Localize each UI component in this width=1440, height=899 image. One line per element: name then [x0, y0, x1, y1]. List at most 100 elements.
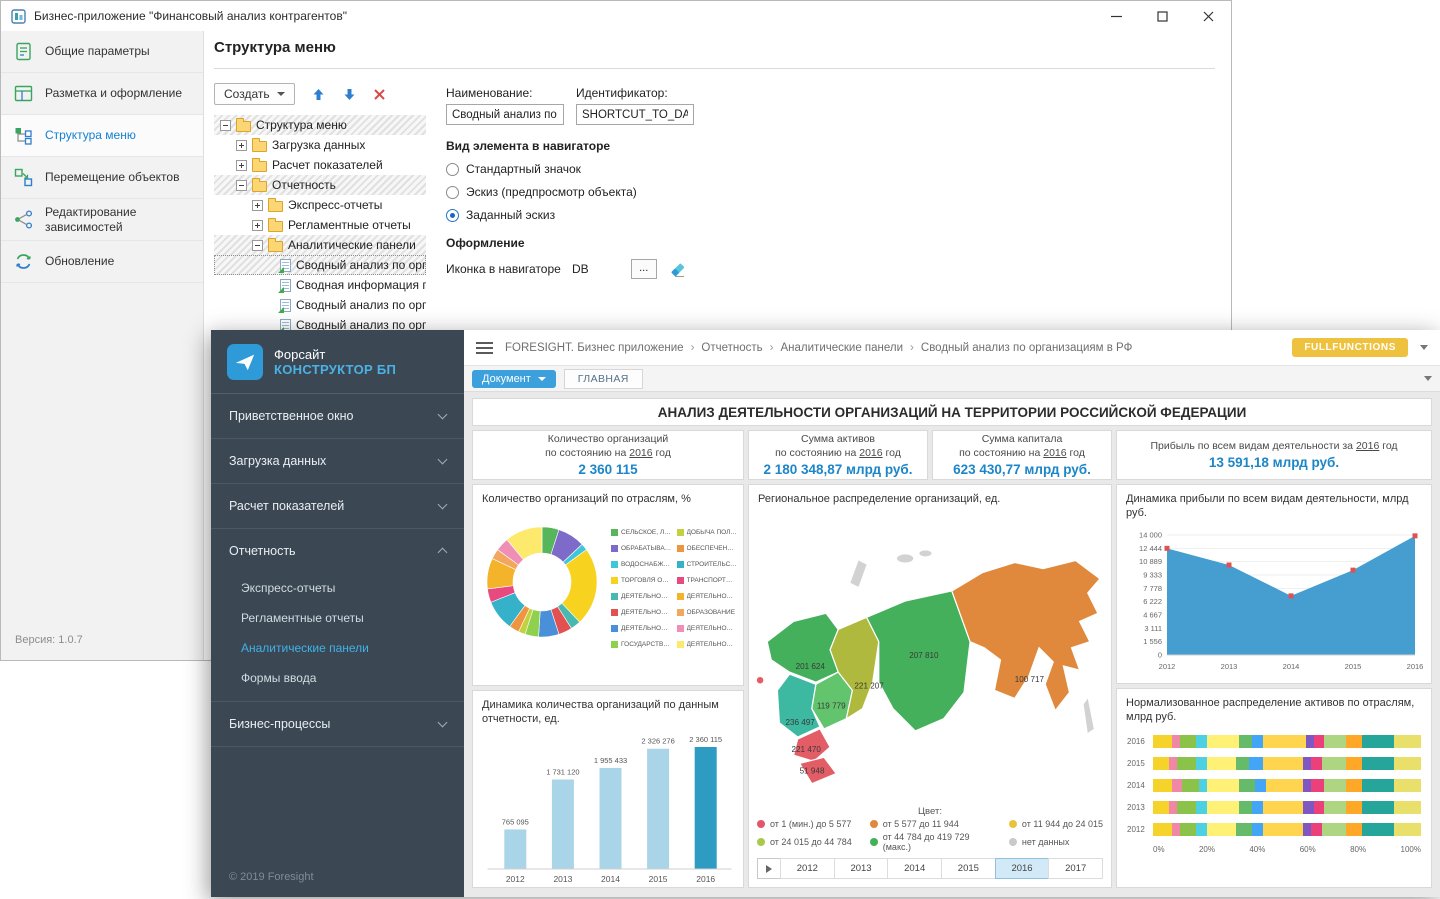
- stacked-segment[interactable]: [1314, 735, 1325, 748]
- stacked-segment[interactable]: [1394, 823, 1421, 836]
- stacked-segment[interactable]: [1394, 779, 1421, 792]
- legend-item[interactable]: СЕЛЬСКОЕ, ЛЕСНОЕ ХОЗЯЙСТВО: [611, 524, 672, 540]
- stacked-segment[interactable]: [1207, 757, 1236, 770]
- stacked-segment[interactable]: [1306, 735, 1314, 748]
- create-button[interactable]: Создать: [214, 83, 295, 105]
- stacked-segment[interactable]: [1303, 801, 1314, 814]
- stacked-segment[interactable]: [1153, 779, 1172, 792]
- stacked-segment[interactable]: [1172, 779, 1183, 792]
- breadcrumb-item[interactable]: Отчетность: [701, 342, 762, 354]
- year-link[interactable]: 2016: [1043, 447, 1066, 459]
- tree-item[interactable]: Расчет показателей: [214, 155, 426, 175]
- stacked-segment[interactable]: [1172, 735, 1180, 748]
- stacked-segment[interactable]: [1207, 801, 1239, 814]
- stacked-segment[interactable]: [1153, 735, 1172, 748]
- stacked-segment[interactable]: [1199, 779, 1207, 792]
- stacked-segment[interactable]: [1263, 801, 1303, 814]
- legend-item[interactable]: ТРАНСПОРТИРОВКА И ХРАНЕНИЕ: [677, 572, 738, 588]
- stacked-segment[interactable]: [1362, 801, 1394, 814]
- map-legend-item[interactable]: от 1 (мин.) до 5 577: [757, 819, 852, 829]
- tab-main[interactable]: ГЛАВНАЯ: [564, 369, 643, 389]
- stacked-segment[interactable]: [1236, 757, 1249, 770]
- delete-button[interactable]: [373, 88, 386, 101]
- sidebar-item-general-params[interactable]: Общие параметры: [1, 31, 203, 73]
- sidebar-item-update[interactable]: Обновление: [1, 241, 203, 283]
- stacked-segment[interactable]: [1239, 779, 1255, 792]
- timeline-year[interactable]: 2016: [995, 858, 1050, 879]
- stacked-segment[interactable]: [1346, 801, 1362, 814]
- russia-map-svg[interactable]: 201 624236 497119 779221 47051 948221 20…: [753, 508, 1107, 804]
- sidebar-item-layout-design[interactable]: Разметка и оформление: [1, 73, 203, 115]
- tree-item[interactable]: Отчетность: [214, 175, 426, 195]
- sidebar-item-menu-structure[interactable]: Структура меню: [1, 115, 203, 157]
- legend-item[interactable]: ДЕЯТЕЛЬНОСТЬ В ОБЛАСТИ ЗДРАВООХРАНЕНИЯ: [677, 620, 738, 636]
- stacked-segment[interactable]: [1346, 757, 1362, 770]
- stacked-segment[interactable]: [1394, 801, 1421, 814]
- legend-item[interactable]: ДЕЯТЕЛЬНОСТЬ ПРОЧАЯ: [677, 636, 738, 652]
- play-button[interactable]: [757, 858, 781, 879]
- stacked-segment[interactable]: [1172, 823, 1180, 836]
- browse-button[interactable]: ...: [631, 259, 657, 279]
- timeline-year[interactable]: 2014: [887, 858, 942, 879]
- stacked-segment[interactable]: [1362, 757, 1394, 770]
- stacked-segment[interactable]: [1266, 779, 1304, 792]
- stacked-segment[interactable]: [1153, 757, 1169, 770]
- collapse-icon[interactable]: [252, 240, 263, 251]
- tree-item-selected[interactable]: Сводный анализ по орган: [214, 255, 426, 275]
- stacked-segment[interactable]: [1346, 735, 1362, 748]
- stacked-segment[interactable]: [1180, 735, 1196, 748]
- stacked-segment[interactable]: [1196, 735, 1207, 748]
- legend-item[interactable]: ТОРГОВЛЯ ОПТОВАЯ И РОЗНИЧНАЯ: [611, 572, 672, 588]
- stacked-segment[interactable]: [1239, 801, 1252, 814]
- stacked-segment[interactable]: [1346, 779, 1362, 792]
- stacked-segment[interactable]: [1346, 823, 1362, 836]
- stacked-segment[interactable]: [1311, 757, 1322, 770]
- year-link[interactable]: 2016: [629, 447, 652, 459]
- stacked-segment[interactable]: [1249, 757, 1262, 770]
- breadcrumb-item[interactable]: Аналитические панели: [781, 342, 904, 354]
- title-bar[interactable]: Бизнес-приложение "Финансовый анализ кон…: [1, 1, 1231, 31]
- stacked-segment[interactable]: [1207, 735, 1239, 748]
- tree-item[interactable]: Сводная информация по о: [214, 275, 426, 295]
- nav-item-reporting[interactable]: Отчетность: [211, 529, 464, 573]
- collapse-icon[interactable]: [236, 180, 247, 191]
- map-legend-item[interactable]: от 5 577 до 11 944: [870, 819, 991, 829]
- tree-item[interactable]: Аналитические панели: [214, 235, 426, 255]
- radio-standard-icon[interactable]: Стандартный значок: [446, 162, 716, 176]
- stacked-segment[interactable]: [1182, 779, 1198, 792]
- expand-icon[interactable]: [252, 220, 263, 231]
- tree-item[interactable]: Сводный анализ по орган: [214, 295, 426, 315]
- stacked-segment[interactable]: [1255, 779, 1266, 792]
- stacked-segment[interactable]: [1169, 801, 1177, 814]
- legend-item[interactable]: ОБРАБАТЫВАЮЩИЕ ПРОИЗВОДСТВА: [611, 540, 672, 556]
- document-menu-button[interactable]: Документ: [472, 370, 556, 388]
- stacked-segment[interactable]: [1169, 757, 1177, 770]
- map-legend-item[interactable]: от 44 784 до 419 729 (макс.): [870, 832, 991, 852]
- year-link[interactable]: 2016: [1356, 440, 1379, 452]
- radio-custom-thumbnail[interactable]: Заданный эскиз: [446, 208, 716, 222]
- sidebar-item-edit-dependencies[interactable]: Редактирование зависимостей: [1, 199, 203, 241]
- stacked-segment[interactable]: [1252, 735, 1263, 748]
- maximize-button[interactable]: [1139, 1, 1185, 31]
- nav-subitem-regulated-reports[interactable]: Регламентные отчеты: [211, 603, 464, 633]
- timeline-year[interactable]: 2013: [834, 858, 889, 879]
- expand-icon[interactable]: [236, 140, 247, 151]
- menu-icon[interactable]: [476, 342, 493, 354]
- stacked-segment[interactable]: [1311, 823, 1322, 836]
- stacked-segment[interactable]: [1207, 823, 1236, 836]
- minimize-button[interactable]: [1093, 1, 1139, 31]
- legend-item[interactable]: ДОБЫЧА ПОЛЕЗНЫХ ИСКОПАЕМЫХ: [677, 524, 738, 540]
- radio-icon[interactable]: [446, 163, 459, 176]
- tree-item[interactable]: Регламентные отчеты: [214, 215, 426, 235]
- stacked-segment[interactable]: [1180, 823, 1196, 836]
- stacked-segment[interactable]: [1394, 757, 1421, 770]
- move-down-button[interactable]: [342, 87, 357, 102]
- stacked-segment[interactable]: [1303, 823, 1311, 836]
- stacked-segment[interactable]: [1362, 779, 1394, 792]
- stacked-segment[interactable]: [1362, 735, 1394, 748]
- stacked-segment[interactable]: [1252, 801, 1263, 814]
- stacked-segment[interactable]: [1252, 823, 1263, 836]
- tabrow-dropdown-caret-icon[interactable]: [1424, 376, 1432, 381]
- stacked-segment[interactable]: [1196, 757, 1207, 770]
- radio-thumbnail[interactable]: Эскиз (предпросмотр объекта): [446, 185, 716, 199]
